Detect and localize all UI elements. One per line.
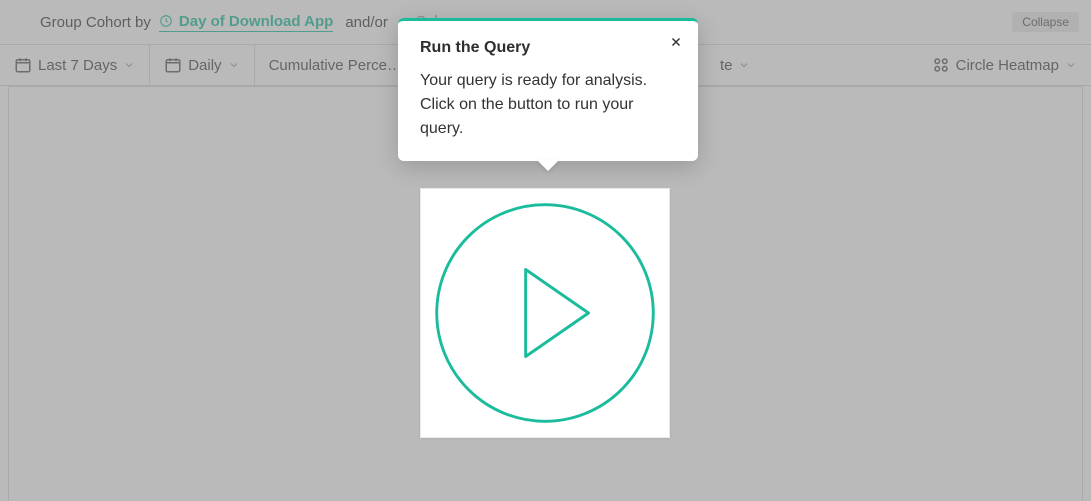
- tooltip-body: Your query is ready for analysis. Click …: [420, 69, 676, 141]
- onboarding-tooltip: Run the Query Your query is ready for an…: [398, 18, 698, 161]
- tooltip-title: Run the Query: [420, 39, 676, 57]
- run-query-button[interactable]: [420, 188, 670, 438]
- tooltip-arrow: [537, 160, 559, 171]
- tooltip-close-button[interactable]: [666, 33, 686, 53]
- close-icon: [669, 35, 683, 52]
- play-icon: [429, 197, 661, 429]
